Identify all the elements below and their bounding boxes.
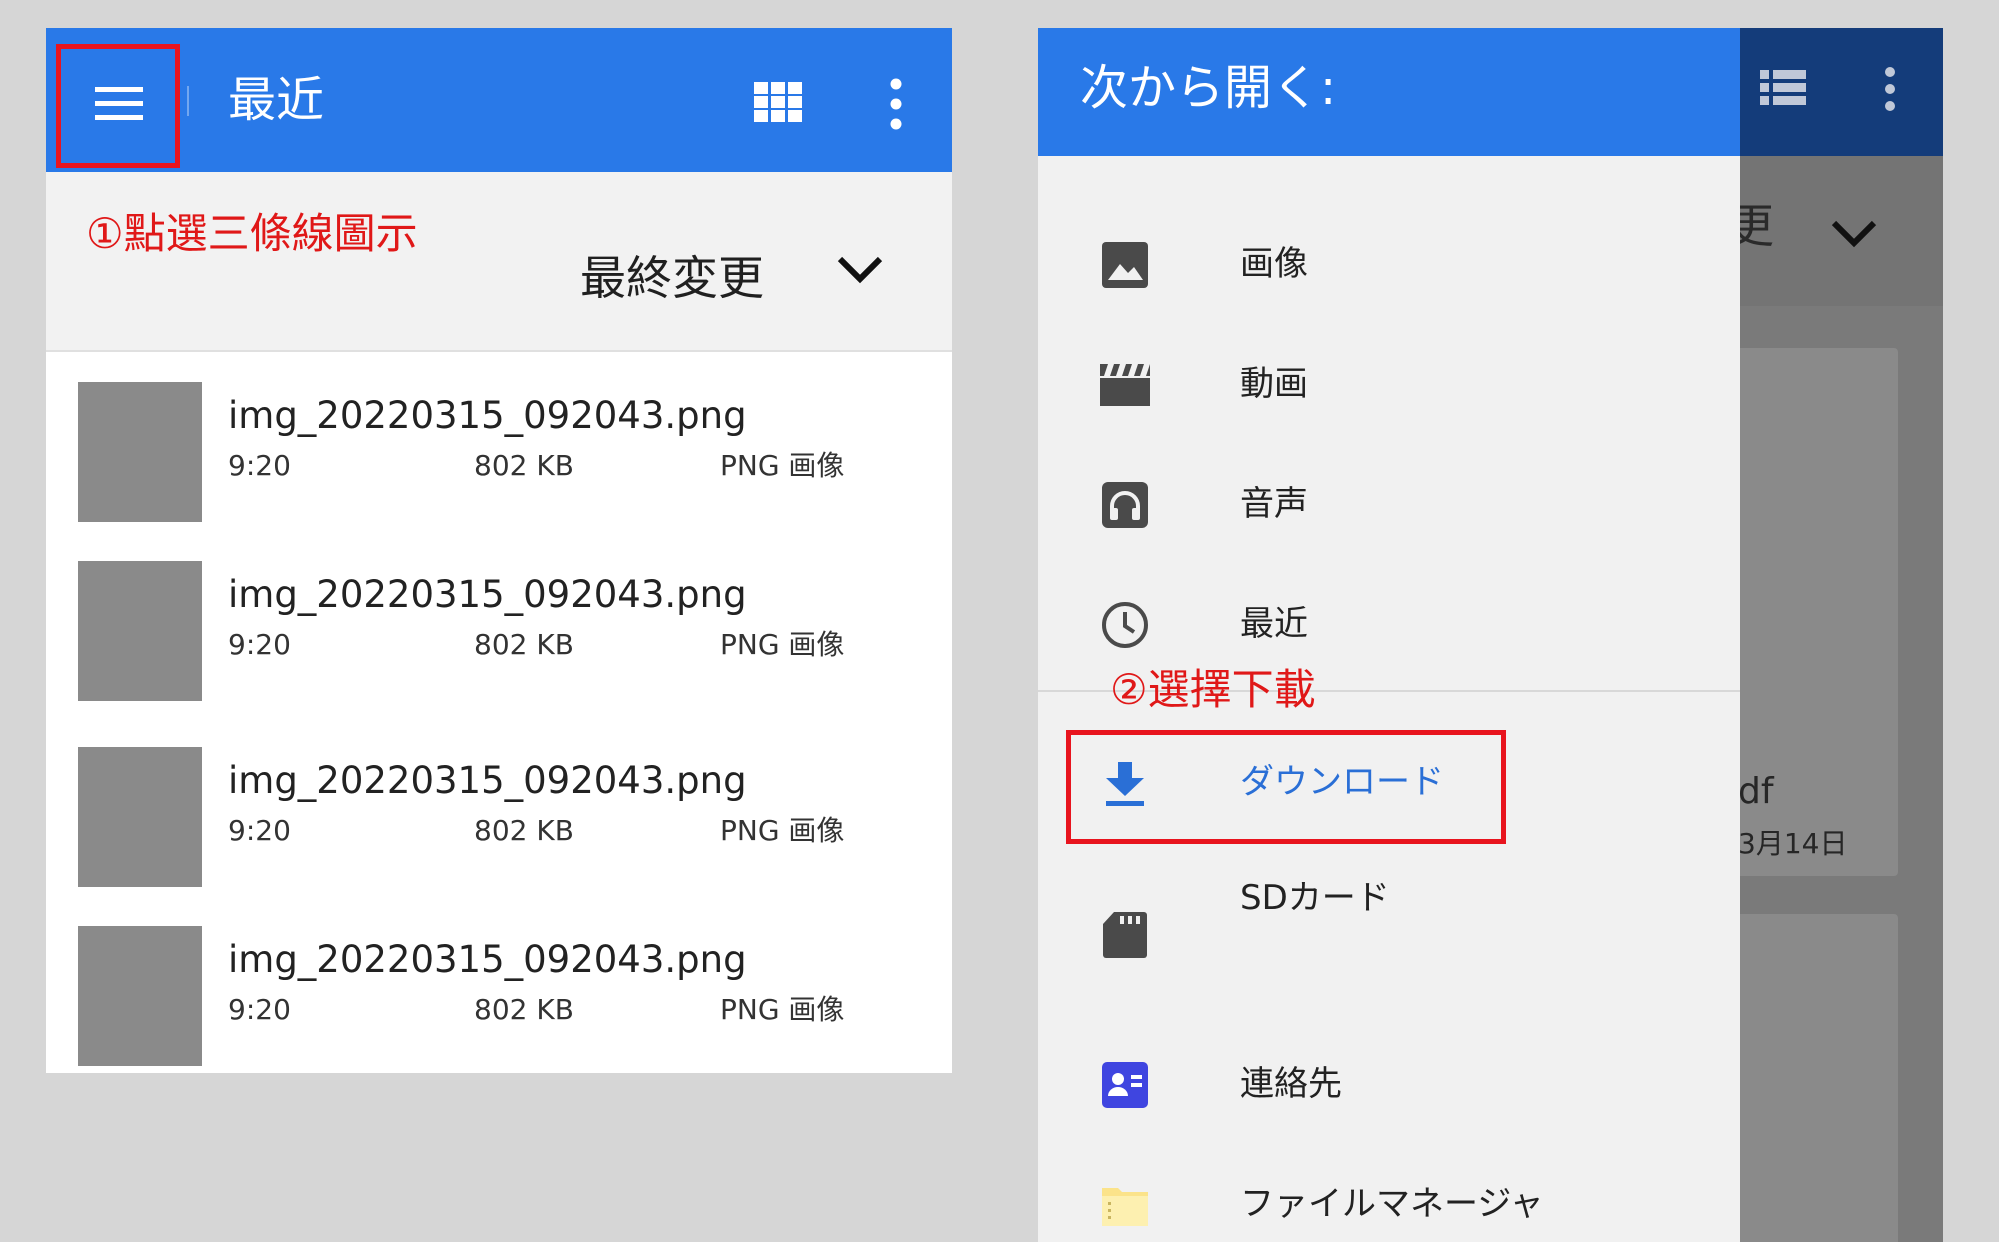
drawer-item-videos[interactable]: 動画 [1038,330,1740,440]
file-name: img_20220315_092043.png [228,938,747,981]
drawer-item-file-manager[interactable]: ファイルマネージャ [1038,1152,1740,1242]
file-list-item[interactable]: img_20220315_092043.png 9:20 802 KB PNG … [46,926,952,1066]
drawer-item-label: 画像 [1240,244,1308,284]
drawer-item-sd-card[interactable]: SDカード [1038,868,1740,978]
file-type: PNG 画像 [720,814,845,847]
top-app-bar: 最近 [46,28,952,172]
file-time: 9:20 [228,993,291,1026]
drawer-item-contacts[interactable]: 連絡先 [1038,1032,1740,1142]
grid-view-icon[interactable] [752,80,804,124]
download-highlight-box [1066,730,1506,844]
navigation-drawer: 次から開く: 画像 動画 音声 最近 ②選擇下載 ダウンロード SDカード 連絡… [1038,28,1740,1242]
background-file-date: 3月14日 [1738,827,1848,860]
more-vert-icon[interactable] [886,78,906,130]
list-view-icon [1760,70,1806,105]
background-file-card [1728,914,1898,1242]
file-list-item[interactable]: img_20220315_092043.png 9:20 802 KB PNG … [46,561,952,701]
drawer-item-label: ファイルマネージャ [1240,1184,1544,1224]
sort-button[interactable]: 最終変更 [580,250,764,306]
video-clapper-icon [1100,364,1150,406]
sd-card-icon [1103,912,1147,958]
page-title: 最近 [228,72,325,128]
file-type: PNG 画像 [720,449,845,482]
file-size: 802 KB [474,993,574,1026]
background-file-name: df [1738,771,1774,812]
drawer-item-label: 動画 [1240,364,1308,404]
file-list-item[interactable]: img_20220315_092043.png 9:20 802 KB PNG … [46,747,952,887]
file-size: 802 KB [474,628,574,661]
clock-icon [1102,602,1148,648]
contacts-icon [1102,1062,1148,1108]
drawer-item-label: 最近 [1240,604,1308,644]
drawer-item-label: 連絡先 [1240,1064,1342,1104]
drawer-item-label: 音声 [1240,484,1308,524]
drawer-item-label: SDカード [1240,878,1390,918]
drawer-header: 次から開く: [1038,28,1740,156]
file-time: 9:20 [228,814,291,847]
recent-files-screen: 最近 ①點選三條線圖示 最終変更 img_20220315_092043.png… [46,28,952,1073]
file-type: PNG 画像 [720,628,845,661]
drawer-item-audio[interactable]: 音声 [1038,450,1740,560]
headphones-icon [1102,482,1148,528]
file-size: 802 KB [474,814,574,847]
step-2-annotation: ②選擇下載 [1110,665,1316,714]
file-thumbnail [78,926,202,1066]
file-size: 802 KB [474,449,574,482]
file-name: img_20220315_092043.png [228,394,747,437]
menu-highlight-box [56,44,180,168]
chevron-down-icon[interactable] [836,254,884,286]
file-thumbnail [78,382,202,522]
file-name: img_20220315_092043.png [228,759,747,802]
more-vert-icon [1885,67,1895,111]
file-name: img_20220315_092043.png [228,573,747,616]
step-1-annotation: ①點選三條線圖示 [86,209,418,258]
file-list-item[interactable]: img_20220315_092043.png 9:20 802 KB PNG … [46,382,952,522]
sort-bar: ①點選三條線圖示 最終変更 [46,172,952,352]
open-from-screen: 更 df 3月14日 次から開く: 画像 動画 音声 最近 ②選擇下載 ダウンロ… [1038,28,1943,1242]
appbar-divider [187,86,189,116]
folder-icon [1102,1188,1148,1226]
file-type: PNG 画像 [720,993,845,1026]
drawer-item-images[interactable]: 画像 [1038,210,1740,320]
file-time: 9:20 [228,628,291,661]
chevron-down-icon [1831,220,1877,248]
file-time: 9:20 [228,449,291,482]
file-thumbnail [78,747,202,887]
drawer-title: 次から開く: [1080,60,1337,116]
image-icon [1102,242,1148,288]
file-thumbnail [78,561,202,701]
